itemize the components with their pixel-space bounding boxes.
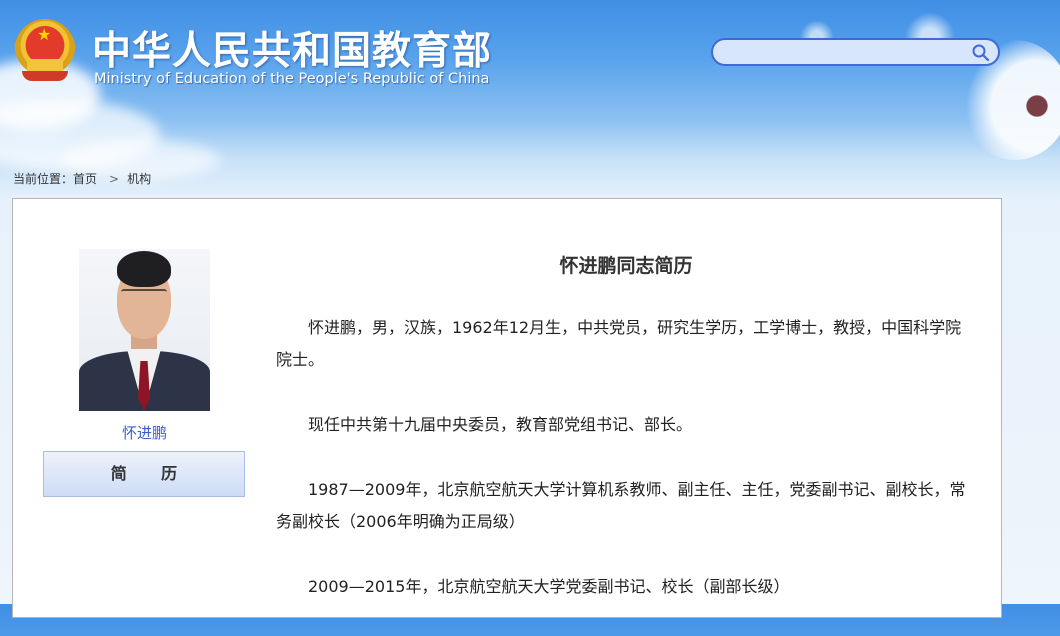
article-title: 怀进鹏同志简历 [559,255,693,277]
search-input[interactable] [723,43,967,63]
breadcrumb-prefix: 当前位置： [13,172,74,186]
emblem-ribbon-shape [22,71,68,81]
article-paragraph: 现任中共第十九届中央委员，教育部党组书记、部长。 [308,415,693,434]
search-box [711,38,1000,66]
portrait-photo [79,249,210,411]
breadcrumb-separator-icon: > [109,172,120,186]
photo-hair-shape [117,251,171,287]
article-paragraph: 1987—2009年，北京航空航天大学计算机系教师、副主任、主任，党委副书记、副… [276,480,966,531]
article-paragraph: 怀进鹏，男，汉族，1962年12月生，中共党员，研究生学历，工学博士，教授，中国… [276,318,962,369]
breadcrumb-home-link[interactable]: 首页 [73,172,97,186]
site-title[interactable]: 中华人民共和国教育部 [92,20,492,76]
search-icon[interactable] [971,43,991,63]
national-emblem-icon[interactable]: ★ [14,19,76,85]
resume-tab[interactable]: 简 历 [43,451,245,497]
article-body: 怀进鹏，男，汉族，1962年12月生，中共党员，研究生学历，工学博士，教授，中国… [276,312,966,636]
breadcrumb-current-link[interactable]: 机构 [127,172,151,186]
site-subtitle: Ministry of Education of the People's Re… [94,71,490,87]
photo-glasses-shape [121,289,167,303]
person-name-link[interactable]: 怀进鹏 [79,422,210,443]
article-paragraph: 2009—2015年，北京航空航天大学党委副书记、校长（副部长级） [308,577,790,596]
breadcrumb: 当前位置：首页 > 机构 [13,170,151,187]
content-panel: 怀进鹏 简 历 怀进鹏同志简历 怀进鹏，男，汉族，1962年12月生，中共党员，… [12,198,1002,618]
star-icon: ★ [37,25,52,44]
